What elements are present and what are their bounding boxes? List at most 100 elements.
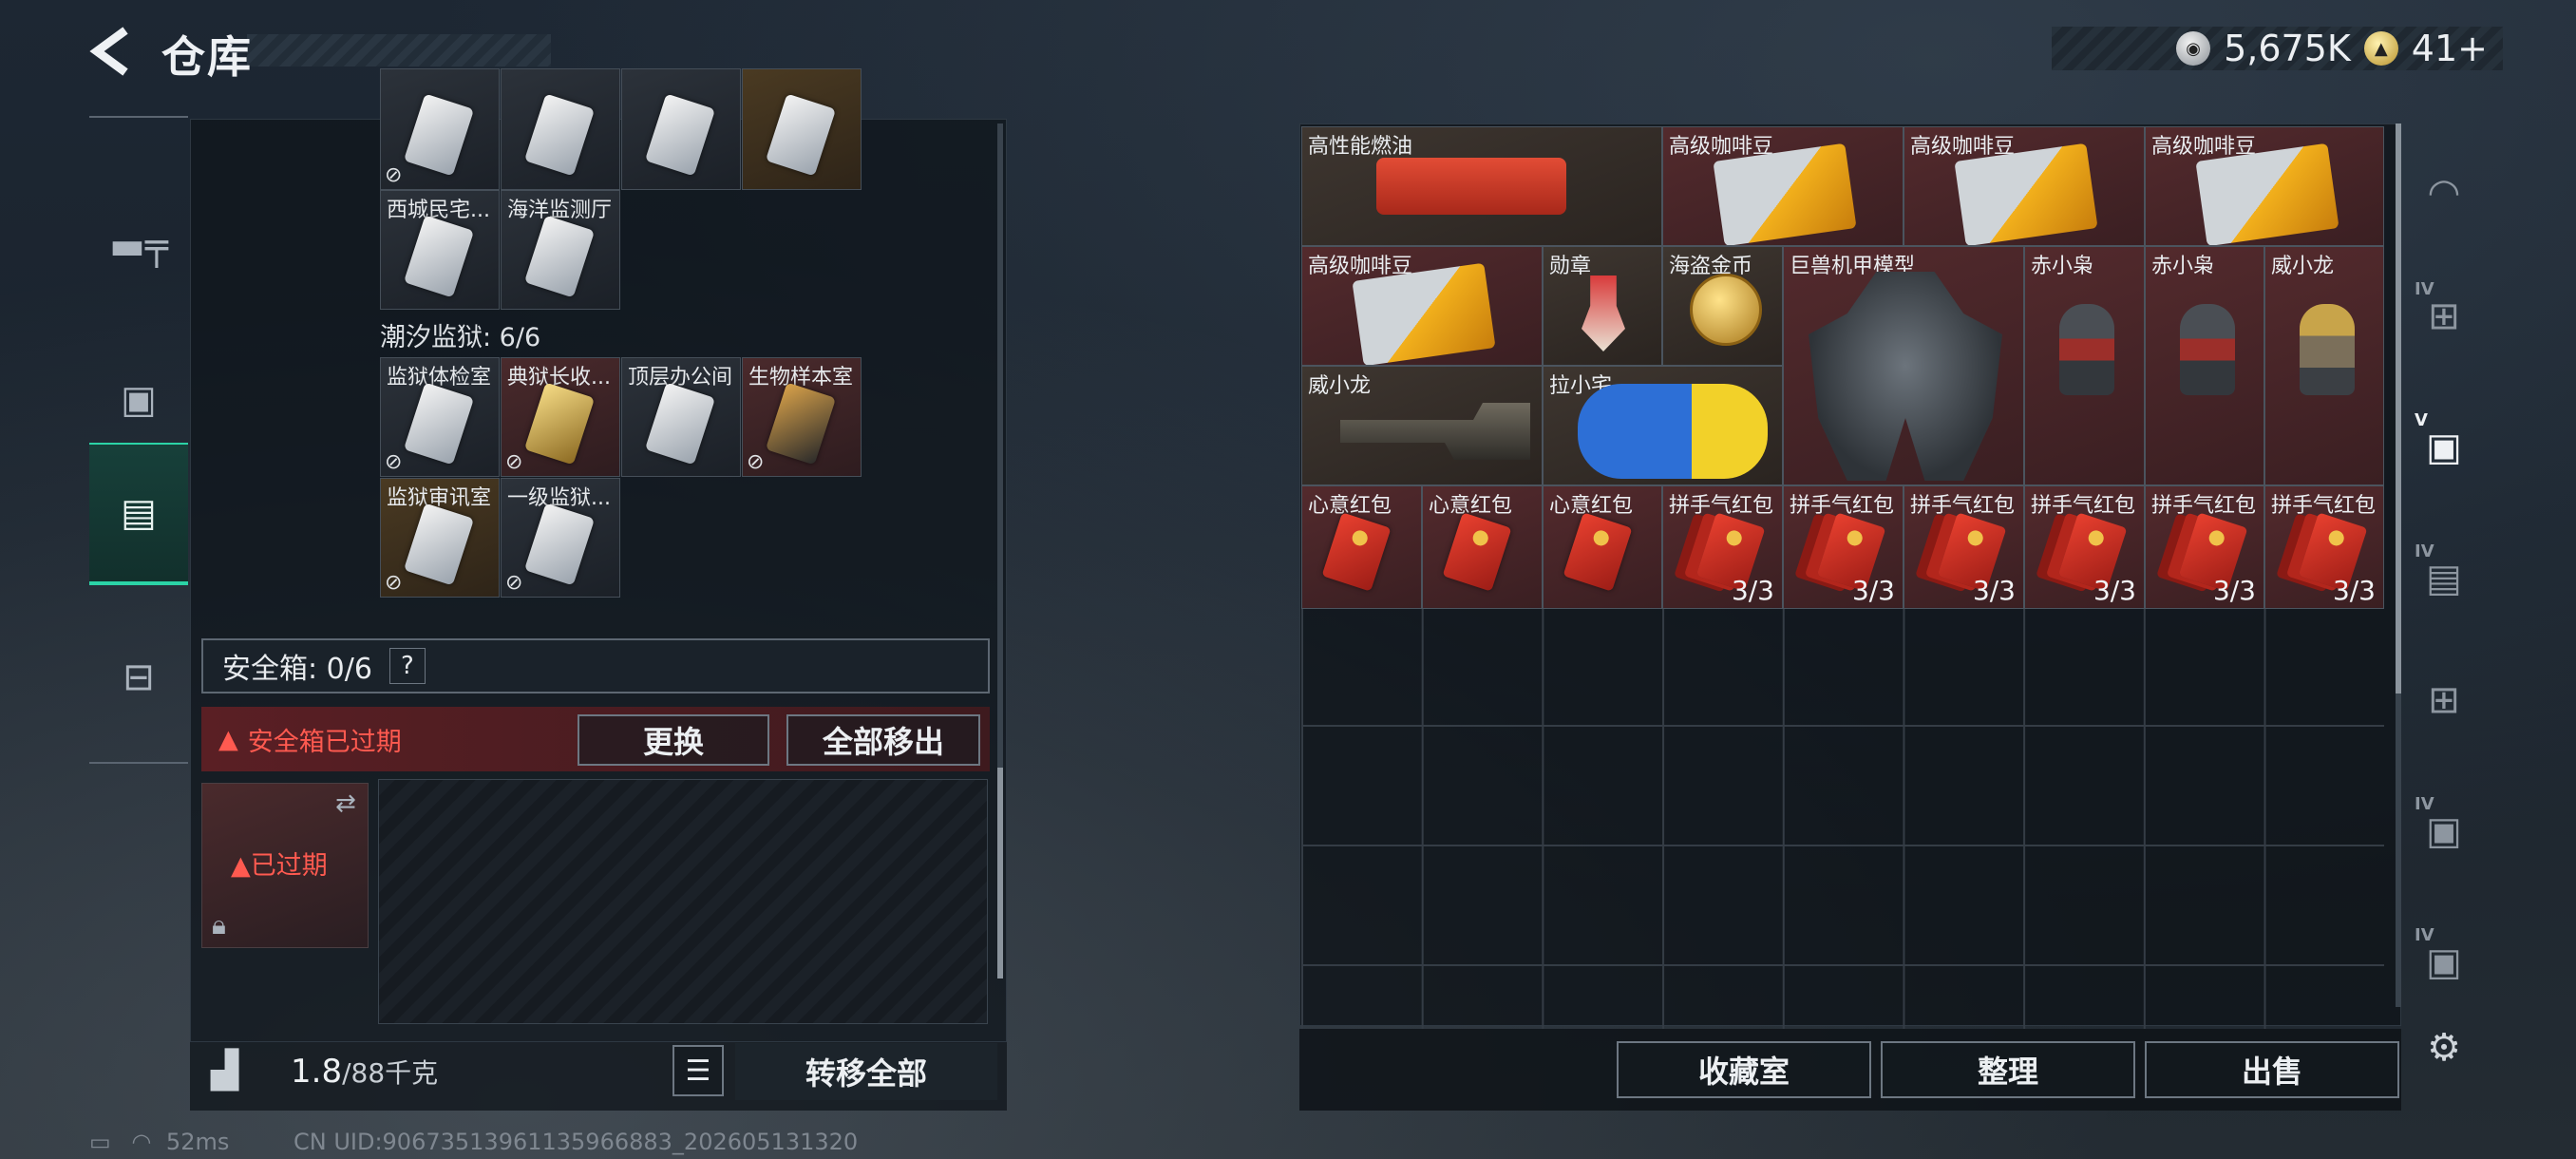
item-coffee[interactable]: 高级咖啡豆 (1301, 246, 1543, 366)
helmet-icon: ◠ (2427, 171, 2461, 215)
weapons-nav[interactable]: ▬╤ (89, 175, 188, 317)
safebox-grid (378, 779, 988, 1024)
page-title: 仓库 (161, 31, 253, 83)
keycard-slot[interactable] (501, 68, 620, 190)
item-label: 威小龙 (2271, 255, 2335, 278)
item-medal[interactable]: 勋章 (1543, 246, 1662, 366)
wifi-icon: ◠ (131, 1129, 152, 1155)
no-trade-icon: ⊘ (385, 450, 403, 474)
keycard-slot[interactable]: 西城民宅... (380, 190, 500, 310)
item-label: 威小龙 (1308, 374, 1372, 398)
item-lucky-packet[interactable]: 拼手气红包 3/3 (1904, 485, 2024, 609)
currency-bar: ◉ 5,675K ▲ 41+ (2052, 27, 2503, 70)
no-trade-icon: ⊘ (747, 450, 765, 474)
safebox-slot[interactable]: ⇄ ▲已过期 🔒︎ (201, 783, 369, 948)
keycard-slot[interactable]: 生物样本室 ⊘ (742, 357, 862, 477)
side-nav: ▬╤ ▣ ▤ ⊟ (89, 116, 188, 764)
item-weapon-model[interactable]: 威小龙 (1301, 366, 1543, 485)
silver-amount: 5,675K (2224, 28, 2351, 69)
remove-all-button[interactable]: 全部移出 (786, 714, 980, 766)
item-lucky-packet[interactable]: 拼手气红包 3/3 (2264, 485, 2384, 609)
iv-add-icon: ⊞ (2428, 294, 2460, 338)
item-count: 3/3 (2212, 575, 2256, 606)
item-lucky-packet[interactable]: 拼手气红包 3/3 (1662, 485, 1783, 609)
list-icon[interactable]: ☰ (672, 1045, 724, 1096)
replace-button[interactable]: 更换 (578, 714, 769, 766)
safebox-label: 安全箱: 0/6 (222, 653, 372, 686)
no-trade-icon: ⊘ (505, 450, 523, 474)
keycard-label: 监狱审讯室 (387, 486, 492, 510)
gun-icon: ▬╤ (109, 224, 168, 268)
keycard-slot[interactable]: 典狱长收... ⊘ (501, 357, 620, 477)
gear-icon: ⚙ (2427, 1026, 2461, 1070)
keycard-slot[interactable]: 一级监狱... ⊘ (501, 478, 620, 598)
keycard-label: 一级监狱... (507, 486, 611, 510)
sort-button[interactable]: 整理 (1881, 1041, 2135, 1098)
swap-icon[interactable]: ⇄ (335, 789, 356, 818)
item-lucky-packet[interactable]: 拼手气红包 3/3 (1783, 485, 1904, 609)
toolbox-nav[interactable]: ⊟ (89, 606, 188, 749)
iv-folder-tool[interactable]: IV ▤ (2413, 542, 2475, 610)
bag-weight-icon: ▟ (211, 1049, 239, 1091)
lock-icon: 🔒︎ (212, 909, 226, 940)
help-icon[interactable]: ? (388, 648, 426, 684)
keycard-slot[interactable]: 顶层办公间 (621, 357, 741, 477)
v-vault-tool[interactable]: V ▣ (2413, 410, 2475, 479)
iv-vault2-tool[interactable]: IV ▣ (2413, 925, 2475, 994)
expired-message: 安全箱已过期 (247, 727, 402, 757)
iv-vault2-icon: ▣ (2426, 940, 2462, 984)
item-fuel[interactable]: 高性能燃油 (1301, 126, 1662, 246)
item-pirate-coin[interactable]: 海盗金币 (1662, 246, 1783, 366)
helmet-tool[interactable]: ◠ (2413, 162, 2475, 224)
iv-add-tool[interactable]: IV ⊞ (2413, 279, 2475, 348)
keycard-label: 顶层办公间 (628, 366, 733, 390)
container-nav[interactable]: ▤ (89, 443, 188, 585)
keycard-label: 生物样本室 (748, 366, 854, 390)
item-count: 3/3 (2093, 575, 2136, 606)
item-count: 3/3 (1731, 575, 1774, 606)
item-coffee[interactable]: 高级咖啡豆 (2145, 126, 2384, 246)
item-red-packet[interactable]: 心意红包 (1422, 485, 1543, 609)
item-mech-model[interactable]: 巨兽机甲模型 (1783, 246, 2024, 485)
keycard-slot[interactable] (742, 68, 862, 190)
keycard-label: 典狱长收... (507, 366, 611, 390)
item-coffee[interactable]: 高级咖啡豆 (1662, 126, 1904, 246)
item-lucky-packet[interactable]: 拼手气红包 3/3 (2024, 485, 2145, 609)
item-label: 赤小枭 (2151, 255, 2215, 278)
keycard-label: 西城民宅... (387, 199, 490, 222)
collection-room-button[interactable]: 收藏室 (1617, 1041, 1871, 1098)
add-tool[interactable]: ⊞ (2413, 669, 2475, 732)
iv-vault-icon: ▣ (2426, 809, 2462, 853)
item-label: 勋章 (1549, 255, 1592, 278)
item-plush[interactable]: 拉小宅 (1543, 366, 1783, 485)
item-label: 赤小枭 (2031, 255, 2094, 278)
warning-icon: ▲ (218, 724, 238, 754)
keycard-slot[interactable]: 海洋监测厅 (501, 190, 620, 310)
left-scrollbar[interactable] (997, 124, 1003, 978)
keycard-slot[interactable]: ⊘ (380, 68, 500, 190)
item-figure[interactable]: 赤小枭 (2145, 246, 2264, 485)
item-figure[interactable]: 赤小枭 (2024, 246, 2145, 485)
item-count: 3/3 (2332, 575, 2376, 606)
keycard-slot[interactable] (621, 68, 741, 190)
ping-value: 52ms (165, 1129, 230, 1155)
right-scrollbar[interactable] (2396, 124, 2401, 1007)
toolbox-icon: ⊟ (123, 656, 155, 699)
item-figure[interactable]: 威小龙 (2264, 246, 2384, 485)
status-bar: ▭ ◠ 52ms CN UID:9067351396113596688​3_20… (89, 1129, 858, 1155)
back-arrow-icon[interactable] (87, 25, 135, 78)
transfer-all-button[interactable]: 转移全部 (735, 1043, 997, 1100)
no-trade-icon: ⊘ (505, 571, 523, 595)
sell-button[interactable]: 出售 (2145, 1041, 2399, 1098)
silver-coin-icon: ◉ (2176, 31, 2211, 66)
item-count: 3/3 (1972, 575, 2016, 606)
keycard-label: 海洋监测厅 (507, 199, 613, 222)
keycard-slot[interactable]: 监狱体检室 ⊘ (380, 357, 500, 477)
item-lucky-packet[interactable]: 拼手气红包 3/3 (2145, 485, 2264, 609)
keycard-slot[interactable]: 监狱审讯室 ⊘ (380, 478, 500, 598)
settings-tool[interactable]: ⚙ (2413, 1016, 2475, 1079)
item-coffee[interactable]: 高级咖啡豆 (1904, 126, 2145, 246)
item-red-packet[interactable]: 心意红包 (1543, 485, 1662, 609)
item-red-packet[interactable]: 心意红包 (1301, 485, 1422, 609)
iv-vault-tool[interactable]: IV ▣ (2413, 794, 2475, 863)
